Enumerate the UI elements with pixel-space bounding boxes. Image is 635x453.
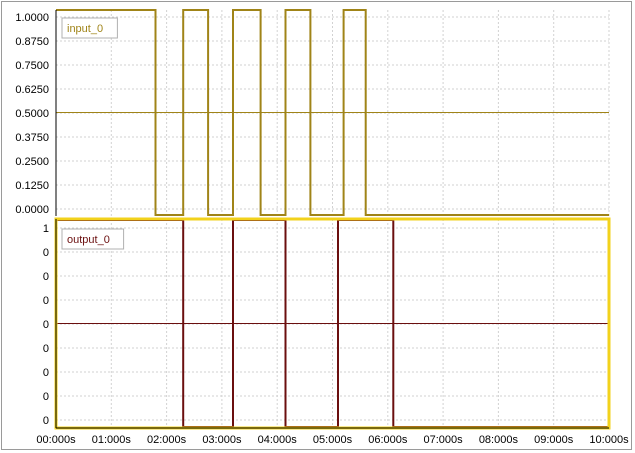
x-tick-label: 08:000s [479, 434, 519, 446]
x-tick-label: 04:000s [258, 434, 298, 446]
y-tick-label: 0 [43, 319, 49, 331]
legend-label: output_0 [67, 234, 110, 246]
y-tick-label: 0 [43, 367, 49, 379]
y-tick-label: 0 [43, 247, 49, 259]
y-tick-label: 0.2500 [15, 156, 49, 168]
y-tick-label: 0.1250 [15, 180, 49, 192]
y-tick-label: 0.3750 [15, 132, 49, 144]
y-tick-label: 0 [43, 415, 49, 427]
y-tick-label: 0.7500 [15, 60, 49, 72]
x-tick-label: 02:000s [147, 434, 187, 446]
y-tick-label: 1.0000 [15, 12, 49, 24]
x-tick-label: 10:000s [589, 434, 629, 446]
x-tick-label: 00:000s [36, 434, 76, 446]
y-tick-label: 0.0000 [15, 204, 49, 216]
x-tick-label: 01:000s [92, 434, 132, 446]
y-tick-label: 0.6250 [15, 84, 49, 96]
y-tick-label: 1 [43, 223, 49, 235]
y-tick-label: 0 [43, 271, 49, 283]
x-tick-label: 06:000s [368, 434, 408, 446]
y-tick-label: 0 [43, 343, 49, 355]
legend-label: input_0 [67, 23, 103, 35]
x-tick-label: 07:000s [424, 434, 464, 446]
y-tick-label: 0.5000 [15, 108, 49, 120]
x-tick-label: 05:000s [313, 434, 353, 446]
y-tick-label: 0 [43, 391, 49, 403]
y-tick-label: 0.8750 [15, 36, 49, 48]
x-tick-label: 03:000s [202, 434, 242, 446]
y-tick-label: 0 [43, 295, 49, 307]
x-tick-label: 09:000s [534, 434, 574, 446]
signal-chart[interactable]: 1.0000 0.8750 0.7500 0.6250 0.5000 0.3750 0.25… [0, 0, 635, 453]
